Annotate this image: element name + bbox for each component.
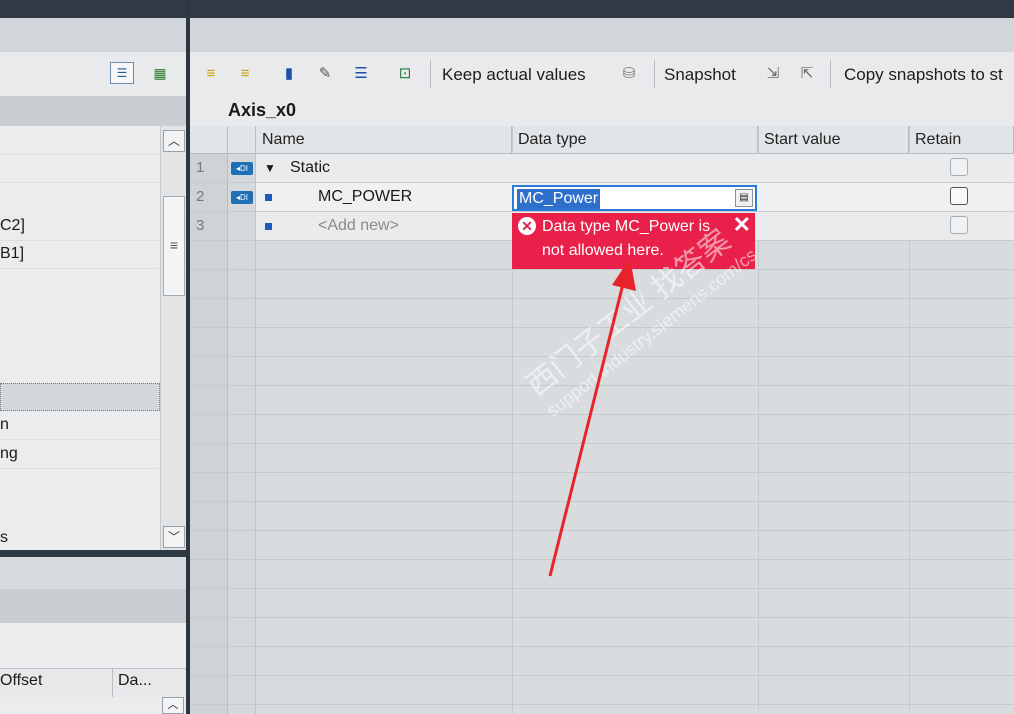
annotation-arrow xyxy=(548,258,636,577)
